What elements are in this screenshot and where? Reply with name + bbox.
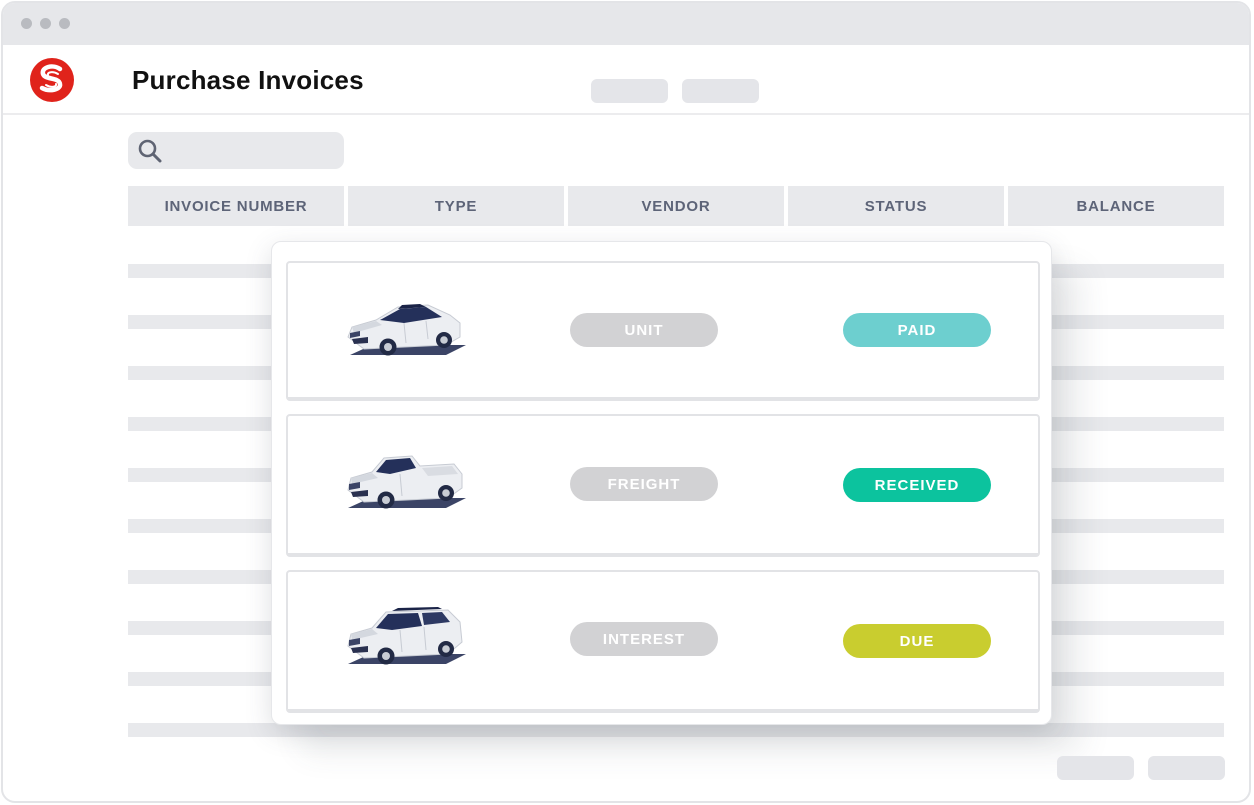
window-close-dot[interactable] [21,18,32,29]
invoice-cards-panel: UNIT PAID FREIGHT RECEIVED INTEREST DUE [271,241,1052,725]
invoice-card[interactable]: FREIGHT RECEIVED [286,414,1040,557]
page-title: Purchase Invoices [132,65,364,95]
column-header-type[interactable]: TYPE [348,186,564,226]
window-titlebar [3,3,1249,45]
window-minimize-dot[interactable] [40,18,51,29]
status-badge-due: DUE [843,624,991,658]
search-input[interactable] [128,132,344,169]
sedan-icon [347,304,466,356]
window-maximize-dot[interactable] [59,18,70,29]
placeholder-row [128,723,1224,737]
status-badge-received: RECEIVED [843,468,991,502]
type-pill: UNIT [570,313,718,347]
brand-logo-icon[interactable] [29,57,75,103]
footer-button-2[interactable] [1148,756,1225,780]
search-icon [138,139,162,163]
pickup-truck-icon [347,455,466,509]
column-header-balance[interactable]: BALANCE [1008,186,1224,226]
type-pill: FREIGHT [570,467,718,501]
column-header-invoice-number[interactable]: INVOICE NUMBER [128,186,344,226]
suv-icon [347,607,466,665]
footer-button-1[interactable] [1057,756,1134,780]
header-button-1[interactable] [591,79,668,103]
header-button-2[interactable] [682,79,759,103]
type-pill: INTEREST [570,622,718,656]
status-badge-paid: PAID [843,313,991,347]
invoice-card[interactable]: INTEREST DUE [286,570,1040,713]
column-header-vendor[interactable]: VENDOR [568,186,784,226]
column-header-status[interactable]: STATUS [788,186,1004,226]
invoice-card[interactable]: UNIT PAID [286,261,1040,401]
page-header: Purchase Invoices [3,45,1249,115]
app-window: Purchase Invoices INVOICE NUMBER TYPE VE… [1,1,1251,803]
